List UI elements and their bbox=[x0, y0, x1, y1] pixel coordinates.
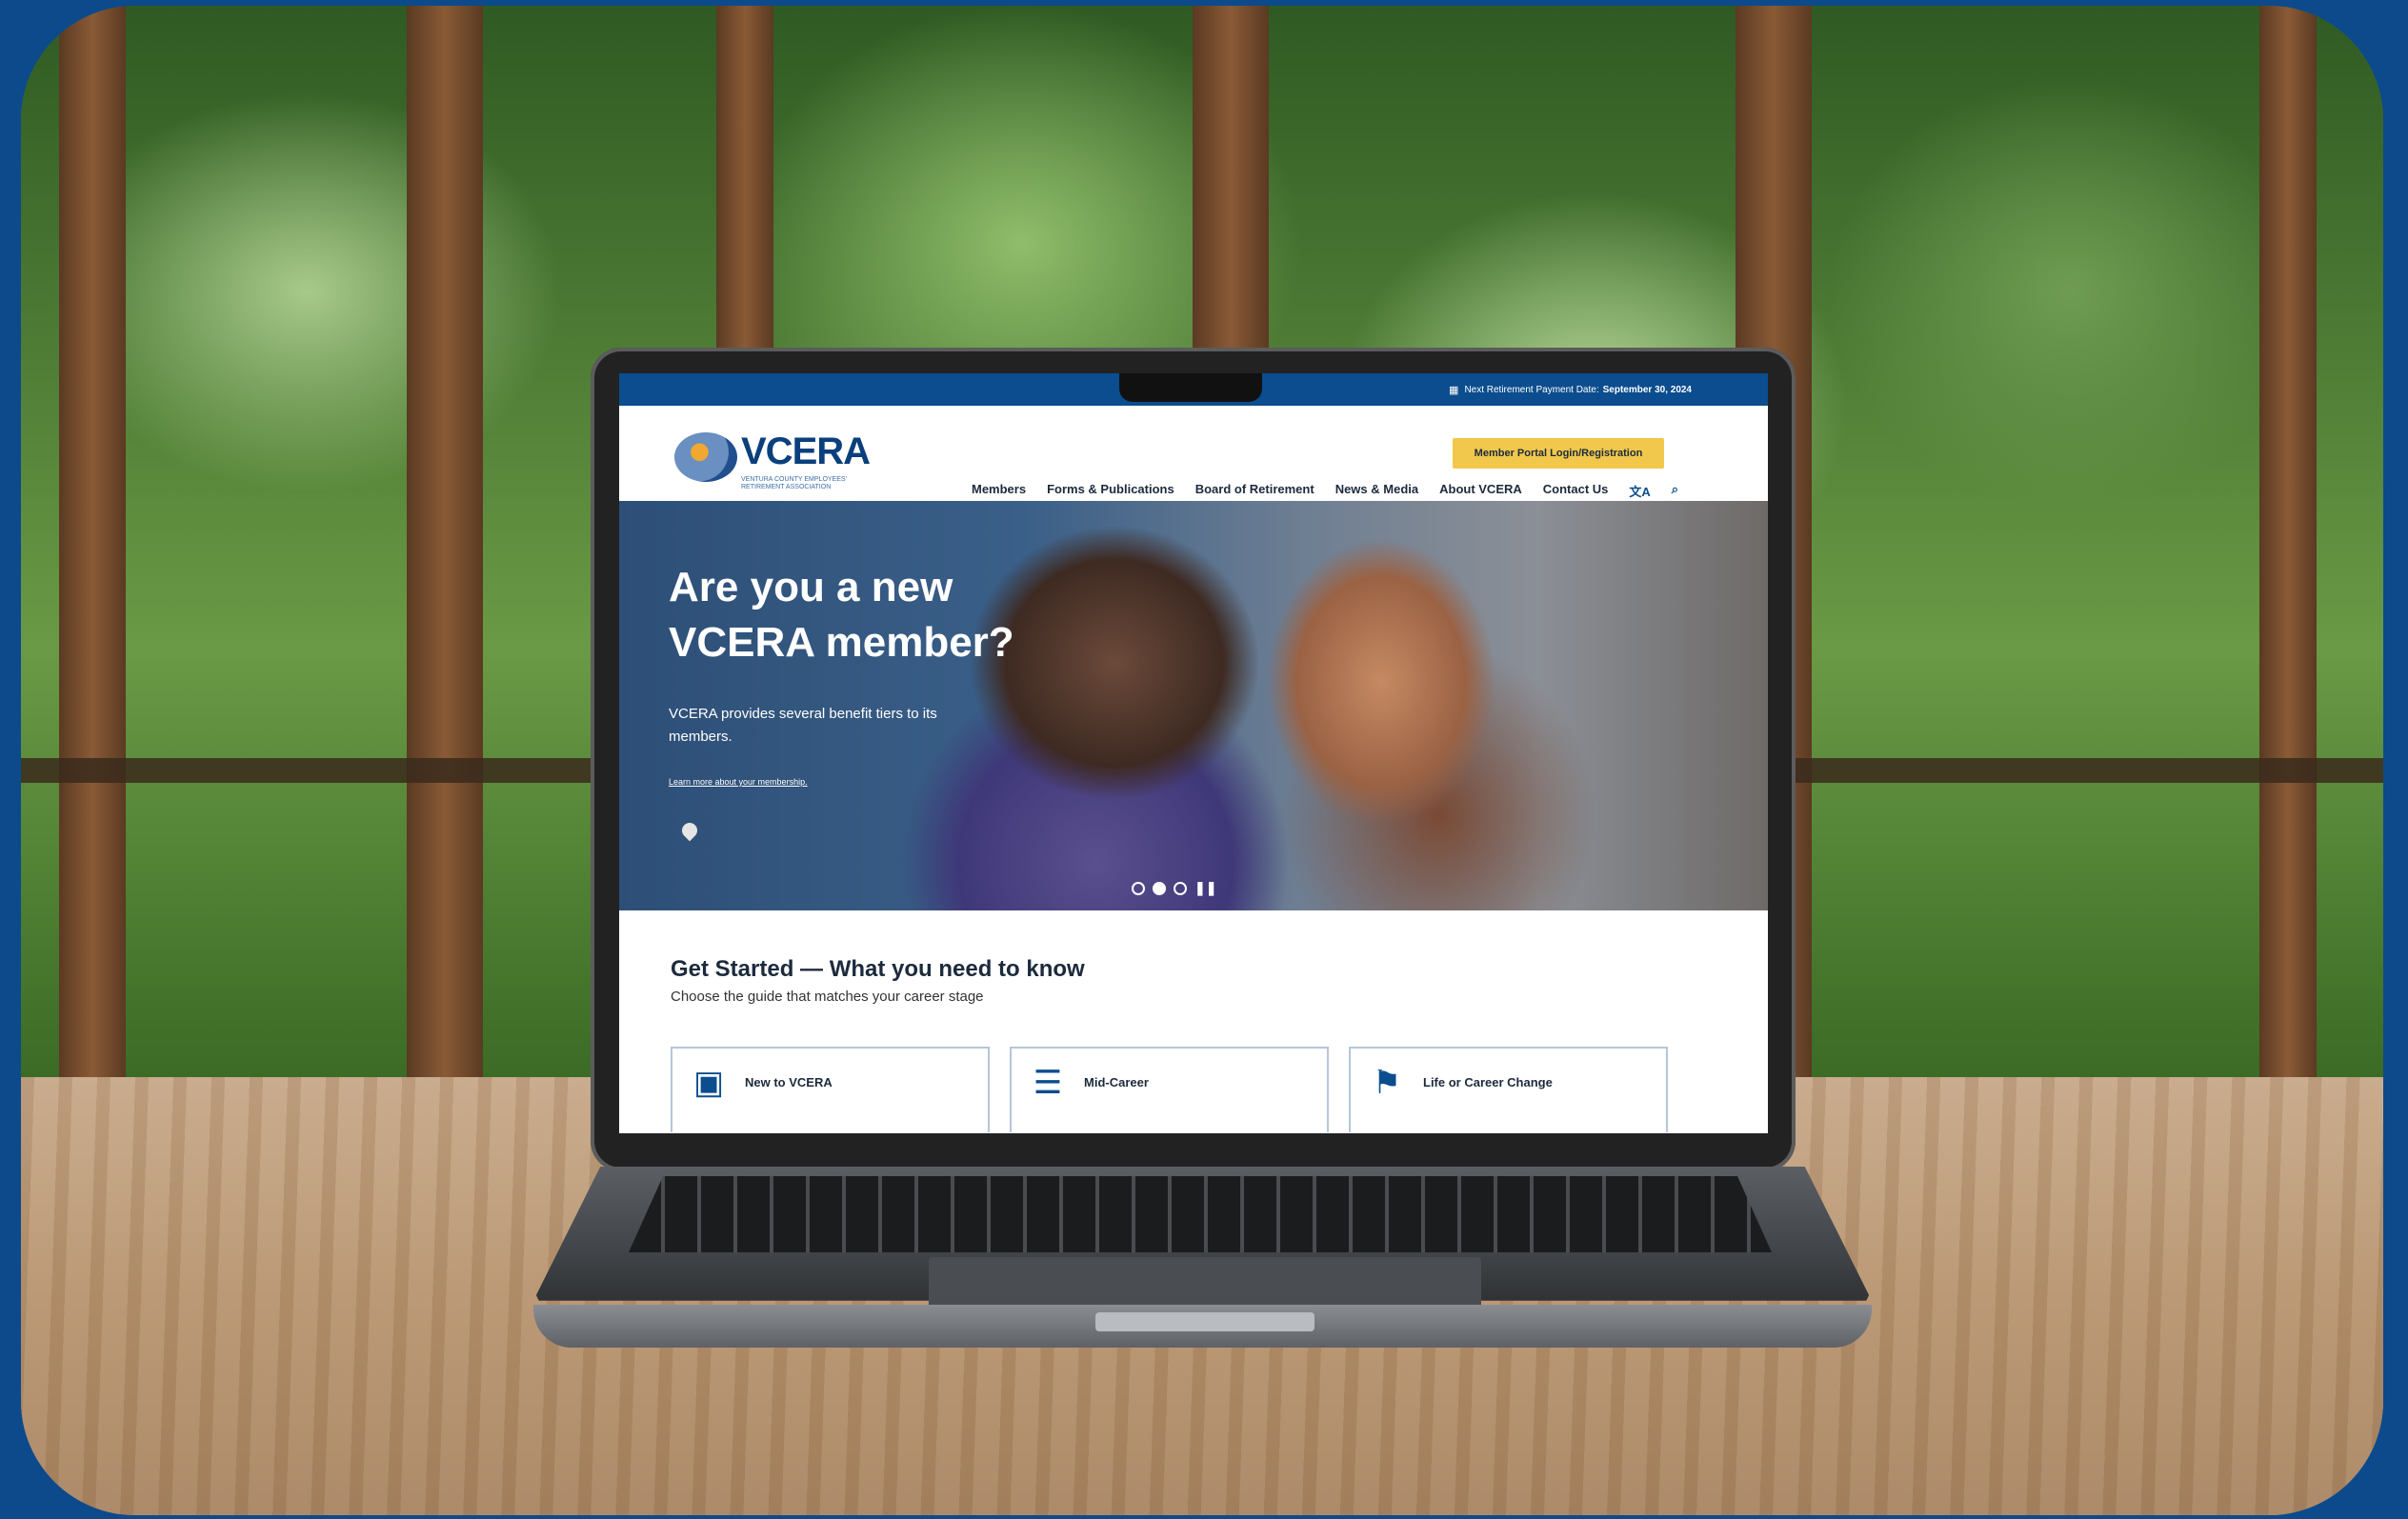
main-nav: Members Forms & Publications Board of Re… bbox=[972, 482, 1678, 500]
window-post bbox=[59, 6, 126, 1077]
flag-icon: ⚑ bbox=[1372, 1065, 1402, 1101]
logo-text[interactable]: VCERA bbox=[741, 430, 871, 473]
card-label: Mid-Career bbox=[1084, 1075, 1149, 1089]
nav-forms-publications[interactable]: Forms & Publications bbox=[1047, 482, 1174, 500]
nav-news-media[interactable]: News & Media bbox=[1335, 482, 1418, 500]
card-label: Life or Career Change bbox=[1423, 1075, 1553, 1089]
card-mid-career[interactable]: ☰ Mid-Career bbox=[1010, 1047, 1329, 1132]
calendar-icon: ▦ bbox=[1449, 384, 1459, 396]
card-new-to-vcera[interactable]: ▣ New to VCERA bbox=[671, 1047, 990, 1132]
window-post bbox=[2259, 6, 2317, 1077]
location-pin-icon bbox=[678, 819, 701, 842]
get-started-title: Get Started — What you need to know bbox=[671, 956, 1085, 982]
nav-about-vcera[interactable]: About VCERA bbox=[1439, 482, 1522, 500]
laptop-front-notch bbox=[1095, 1312, 1314, 1331]
member-portal-button[interactable]: Member Portal Login/Registration bbox=[1453, 438, 1664, 469]
nav-board-of-retirement[interactable]: Board of Retirement bbox=[1195, 482, 1314, 500]
search-icon[interactable]: ⌕ bbox=[1672, 482, 1678, 500]
hero-title: Are you a new VCERA member? bbox=[669, 564, 1014, 666]
hero-banner: Are you a new VCERA member? VCERA provid… bbox=[619, 501, 1768, 910]
nav-members[interactable]: Members bbox=[972, 482, 1026, 500]
id-badge-icon: ▣ bbox=[692, 1065, 725, 1101]
carousel-dot-3[interactable] bbox=[1174, 881, 1187, 895]
card-label: New to VCERA bbox=[745, 1075, 833, 1089]
hero-subtitle: VCERA provides several benefit tiers to … bbox=[669, 706, 937, 745]
site-header: VCERA VENTURA COUNTY EMPLOYEES' RETIREME… bbox=[619, 406, 1768, 502]
ladder-icon: ☰ bbox=[1033, 1065, 1063, 1101]
card-life-career-change[interactable]: ⚑ Life or Career Change bbox=[1349, 1047, 1668, 1132]
laptop-screen: ▦ Next Retirement Payment Date: Septembe… bbox=[619, 373, 1768, 1133]
get-started-subtitle: Choose the guide that matches your caree… bbox=[671, 989, 984, 1005]
membership-link[interactable]: Learn more about your membership. bbox=[669, 777, 808, 787]
laptop-keyboard bbox=[629, 1176, 1772, 1252]
payment-date-value: September 30, 2024 bbox=[1602, 384, 1692, 395]
pause-icon[interactable]: ❚❚ bbox=[1194, 880, 1216, 896]
carousel-dot-2[interactable] bbox=[1153, 881, 1166, 895]
nav-contact-us[interactable]: Contact Us bbox=[1543, 482, 1609, 500]
payment-date-label: Next Retirement Payment Date: bbox=[1464, 384, 1599, 395]
carousel-controls: ❚❚ bbox=[1132, 880, 1216, 896]
logo-subtext: VENTURA COUNTY EMPLOYEES' RETIREMENT ASS… bbox=[741, 476, 847, 490]
carousel-dot-1[interactable] bbox=[1132, 881, 1145, 895]
window-post bbox=[407, 6, 483, 1077]
translate-icon[interactable]: 文A bbox=[1629, 482, 1650, 500]
vcera-logo-icon[interactable] bbox=[674, 432, 737, 482]
camera-notch bbox=[1119, 373, 1262, 402]
